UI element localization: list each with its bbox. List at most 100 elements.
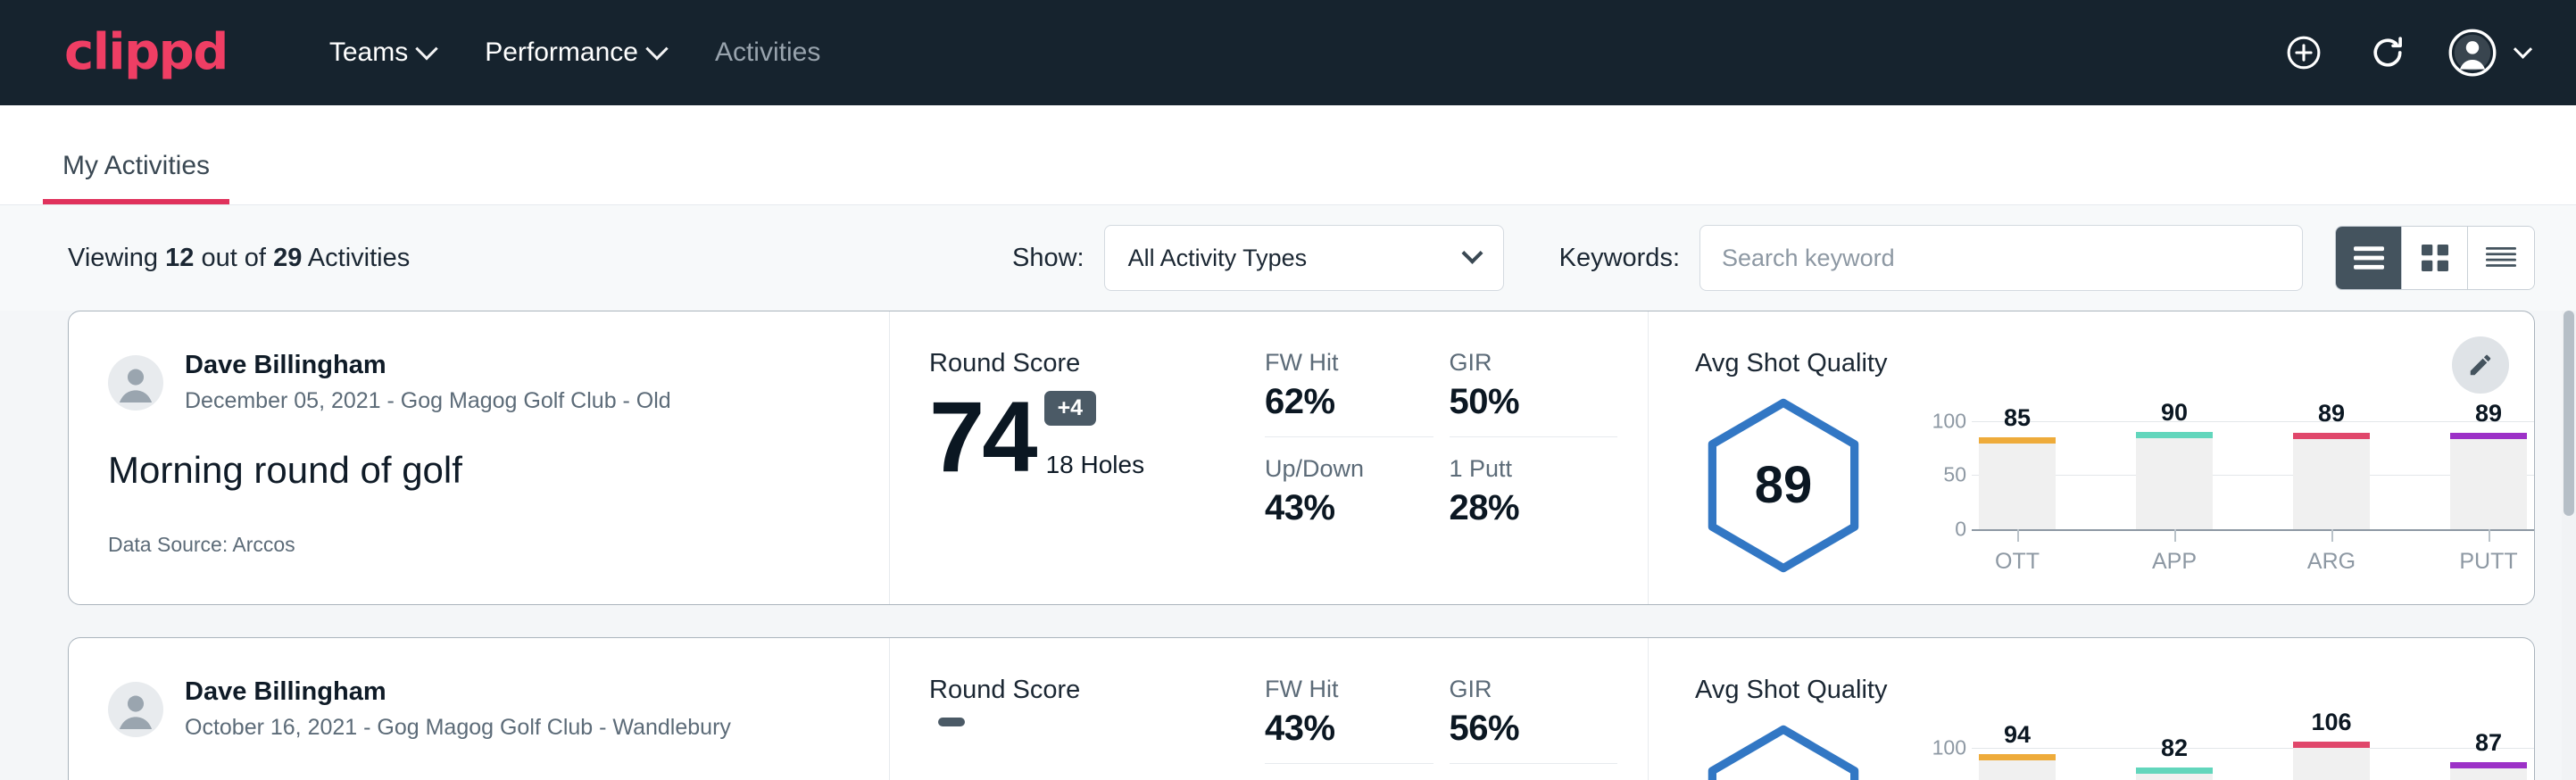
chart-bar-group: 90	[2136, 402, 2213, 529]
chart-bar-cap	[2136, 432, 2213, 438]
stat-one-putt: 1 Putt 28%	[1450, 437, 1618, 543]
chart-bar	[1979, 437, 2056, 528]
list-view-button[interactable]	[2336, 227, 2402, 289]
holes-label: 18 Holes	[1046, 451, 1145, 479]
round-score-label: Round Score	[929, 676, 1265, 705]
round-stats: FW Hit 43% GIR 56%	[1265, 638, 1649, 780]
tab-bar: My Activities	[0, 105, 2576, 205]
grid-view-button[interactable]	[2402, 227, 2468, 289]
nav-item-activities[interactable]: Activities	[690, 25, 845, 80]
activity-card[interactable]: Dave Billingham October 16, 2021 - Gog M…	[68, 637, 2535, 780]
nav-label-performance: Performance	[485, 37, 638, 68]
viewing-total: 29	[273, 244, 302, 272]
chevron-down-icon	[1461, 242, 1483, 263]
keywords-label: Keywords:	[1559, 244, 1680, 273]
nav-item-teams[interactable]: Teams	[304, 25, 460, 80]
nav-item-performance[interactable]: Performance	[460, 25, 690, 80]
bar-value-label: 106	[2311, 709, 2351, 736]
activity-info: Dave Billingham October 16, 2021 - Gog M…	[69, 638, 890, 780]
chart-bar-cap	[2450, 762, 2527, 768]
shot-quality-chart: 050100948210687OTTAPPARGPUTT	[1922, 729, 2534, 780]
bar-value-label: 82	[2161, 734, 2188, 762]
shot-quality-hexagon	[1699, 723, 1868, 780]
nav-label-teams: Teams	[329, 37, 408, 68]
viewing-middle: out of	[201, 244, 266, 272]
main-nav: Teams Performance Activities	[304, 25, 845, 80]
chart-bar	[2136, 432, 2213, 528]
chart-bar	[2136, 768, 2213, 780]
refresh-icon[interactable]	[2364, 29, 2411, 76]
edit-activity-button[interactable]	[2452, 336, 2509, 394]
stat-label: 1 Putt	[1450, 455, 1618, 483]
bar-value-label: 90	[2161, 399, 2188, 427]
chart-bar	[1979, 754, 2056, 780]
tab-my-activities[interactable]: My Activities	[43, 151, 229, 204]
y-tick-label: 0	[1955, 517, 1966, 541]
stat-label: GIR	[1450, 349, 1618, 377]
show-label: Show:	[1012, 244, 1084, 273]
scrollbar-thumb[interactable]	[2564, 311, 2574, 516]
x-tick-label: OTT	[1979, 529, 2056, 575]
app-header: clippd Teams Performance Activities	[0, 0, 2576, 105]
stat-value: 43%	[1265, 488, 1433, 528]
chart-bar	[2293, 433, 2370, 528]
avg-shot-quality-label: Avg Shot Quality	[1695, 676, 2534, 705]
chart-x-axis: OTTAPPARGPUTT	[1972, 529, 2534, 575]
pencil-icon	[2467, 352, 2494, 378]
chart-bar-group: 89	[2293, 402, 2370, 529]
author-name: Dave Billingham	[185, 676, 731, 709]
stat-gir: GIR 50%	[1450, 349, 1618, 437]
author-name: Dave Billingham	[185, 349, 671, 383]
bar-value-label: 85	[2004, 404, 2031, 432]
chart-plot-area: 94 82 106 87	[1972, 729, 2534, 780]
chart-bars: 94 82 106 87	[1972, 729, 2534, 780]
view-toggle-group	[2335, 226, 2535, 290]
avatar	[108, 682, 163, 737]
x-tick-label: ARG	[2293, 529, 2370, 575]
chart-bar	[2293, 742, 2370, 780]
round-score-value-row	[929, 718, 1265, 743]
activity-title: Morning round of golf	[108, 449, 846, 492]
round-score-section: Round Score	[890, 638, 1265, 780]
activity-meta: October 16, 2021 - Gog Magog Golf Club -…	[185, 711, 731, 743]
activity-type-value: All Activity Types	[1128, 245, 1308, 272]
y-tick-label: 50	[1943, 463, 1966, 487]
chevron-down-icon	[2514, 39, 2532, 58]
x-tick-label: PUTT	[2450, 529, 2527, 575]
activity-info: Dave Billingham December 05, 2021 - Gog …	[69, 311, 890, 604]
avg-shot-quality-section: Avg Shot Quality 89 05010085908989OTTAPP…	[1649, 311, 2534, 604]
avg-shot-quality-value	[1699, 723, 1868, 780]
chevron-down-icon	[415, 37, 437, 60]
chart-bar-group: 82	[2136, 729, 2213, 780]
list-view-icon	[2354, 246, 2384, 270]
search-input[interactable]	[1699, 225, 2303, 291]
add-circle-icon[interactable]	[2281, 29, 2327, 76]
stat-value: 50%	[1450, 382, 1618, 422]
stat-value: 56%	[1450, 709, 1618, 749]
compact-view-icon	[2486, 246, 2516, 270]
activity-card[interactable]: Dave Billingham December 05, 2021 - Gog …	[68, 311, 2535, 605]
bar-value-label: 89	[2318, 400, 2345, 427]
viewing-summary: Viewing 12 out of 29 Activities	[68, 244, 410, 273]
avg-shot-quality-section: Avg Shot Quality 050100948210687OTTAPPAR…	[1649, 638, 2534, 780]
chart-bar-cap	[2450, 433, 2527, 439]
activity-type-select[interactable]: All Activity Types	[1104, 225, 1504, 291]
viewing-prefix: Viewing	[68, 244, 158, 272]
chart-plot-area: 85908989	[1972, 402, 2534, 529]
list-scrollbar[interactable]	[2562, 311, 2576, 780]
score-badge	[938, 718, 965, 726]
round-score-value: 74	[929, 391, 1035, 483]
shot-quality-chart: 05010085908989OTTAPPARGPUTT	[1922, 402, 2534, 572]
activity-data-source: Data Source: Arccos	[108, 533, 846, 557]
account-menu[interactable]	[2448, 29, 2530, 77]
chart-bar-group: 106	[2293, 729, 2370, 780]
compact-view-button[interactable]	[2468, 227, 2534, 289]
stat-value: 62%	[1265, 382, 1433, 422]
bar-value-label: 87	[2475, 729, 2502, 757]
viewing-suffix: Activities	[308, 244, 410, 272]
brand-logo[interactable]: clippd	[64, 28, 228, 78]
activity-author: Dave Billingham October 16, 2021 - Gog M…	[108, 676, 846, 743]
chart-bar-group: 94	[1979, 729, 2056, 780]
round-score-label: Round Score	[929, 349, 1265, 378]
chart-bar-cap	[1979, 437, 2056, 444]
